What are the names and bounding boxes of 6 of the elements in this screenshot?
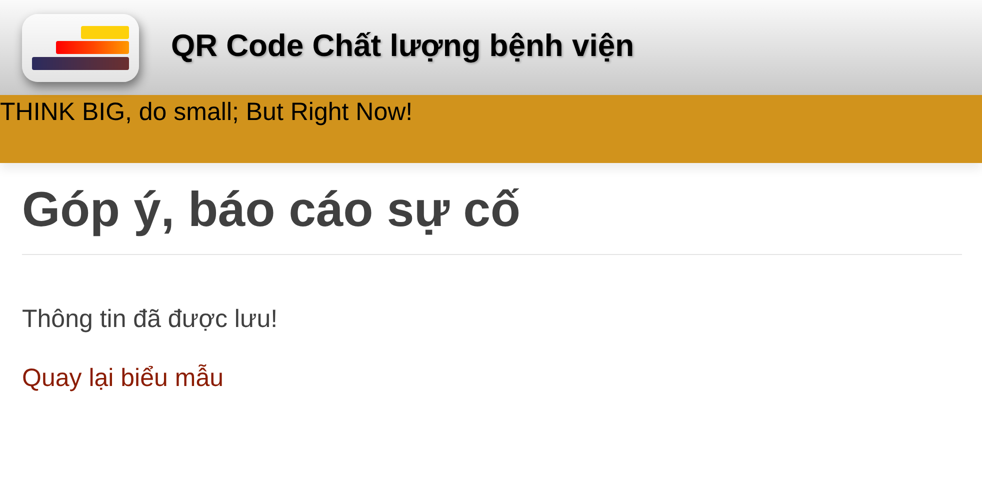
logo-icon	[22, 14, 139, 82]
back-link[interactable]: Quay lại biểu mẫu	[22, 360, 224, 398]
saved-message: Thông tin đã được lưu!	[22, 304, 278, 335]
page-heading: Góp ý, báo cáo sự cố	[22, 181, 962, 255]
banner-slogan: THINK BIG, do small; But Right Now!	[0, 97, 413, 128]
app-title: QR Code Chất lượng bệnh viện	[171, 27, 634, 66]
